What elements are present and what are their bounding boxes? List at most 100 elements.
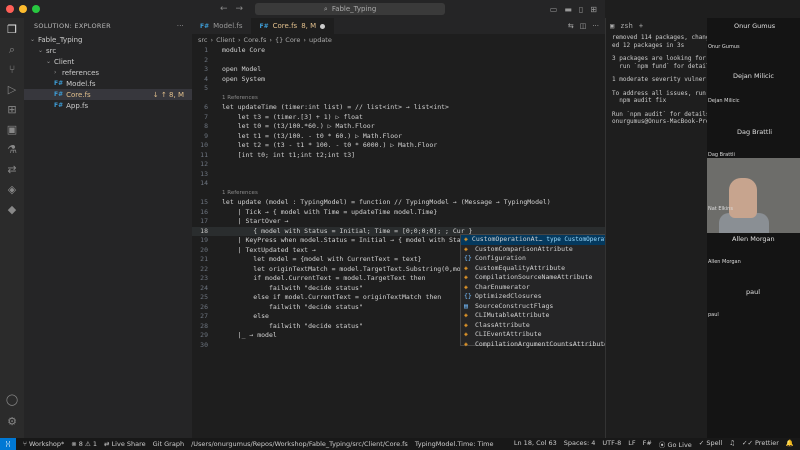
breadcrumb-item[interactable]: update — [309, 36, 332, 44]
settings-gear-icon[interactable]: ⚙ — [4, 414, 20, 430]
code-line: 1 module Core — [204, 46, 266, 54]
search-icon: ⌕ — [323, 4, 328, 13]
tree-item-app-fs[interactable]: F# App.fs — [24, 100, 192, 111]
terminal-header: ▣ zsh + — [606, 18, 707, 34]
minimize-window-button[interactable] — [19, 5, 27, 13]
class-icon: ◈ — [464, 244, 468, 253]
git-status-badge: ↓ ↑ 8, M — [152, 90, 184, 99]
tree-item-references[interactable]: › references — [24, 67, 192, 78]
notifications-bell-icon[interactable]: ♫ — [729, 439, 735, 449]
spell-button[interactable]: ✓ Spell — [699, 439, 722, 449]
tree-item-core-fs[interactable]: F# Core.fs ↓ ↑ 8, M — [24, 89, 192, 100]
tree-item-src[interactable]: ⌄ src — [24, 45, 192, 56]
fsharp-file-icon: F# — [200, 22, 210, 30]
fsharp-icon[interactable]: ◆ — [4, 202, 20, 218]
chevron-right-icon: › — [237, 36, 241, 44]
customize-layout-icon[interactable]: ⊞ — [590, 5, 597, 14]
tree-item-model-fs[interactable]: F# Model.fs — [24, 78, 192, 89]
forward-arrow-icon[interactable]: → — [236, 4, 244, 14]
chevron-right-icon: › — [303, 36, 306, 44]
fsharp-file-icon: F# — [259, 22, 269, 30]
maximize-window-button[interactable] — [32, 5, 40, 13]
breadcrumb-item[interactable]: Core.fs — [244, 36, 267, 44]
go-live-button[interactable]: ⦿ Go Live — [659, 439, 692, 449]
file-path: /Users/onurgumus/Repos/Workshop/Fable_Ty… — [191, 440, 408, 448]
code-line: 9 let t1 = (t3/100. - t0 * 60.) ▷ Math.F… — [204, 131, 403, 140]
tab-label: Model.fs — [213, 22, 243, 30]
code-line: 8 let t0 = (t3/100.*60.) ▷ Math.Floor — [204, 122, 375, 130]
explorer-icon[interactable]: ❐ — [4, 22, 20, 38]
chevron-down-icon: ⌄ — [30, 36, 36, 43]
code-line: 10 let t2 = (t3 - t1 * 100. - t0 * 6000.… — [200, 141, 438, 149]
toggle-secondary-sidebar-icon[interactable]: ▯ — [579, 5, 583, 14]
live-share-button[interactable]: ⇄ Live Share — [104, 440, 146, 448]
new-terminal-icon[interactable]: + — [639, 22, 643, 30]
participant-label: Onur Gumus — [708, 44, 740, 50]
terminal-tab-label[interactable]: zsh — [620, 22, 633, 30]
notifications-icon[interactable]: 🔔 — [786, 439, 794, 449]
search-view-icon[interactable]: ⌕ — [4, 42, 20, 58]
class-icon: ◈ — [464, 273, 468, 281]
tree-item-client[interactable]: ⌄ Client — [24, 56, 192, 67]
remote-explorer-icon[interactable]: ▣ — [4, 122, 20, 138]
tab-model-fs[interactable]: F# Model.fs — [192, 18, 252, 34]
participant-name: Allen Morgan — [732, 235, 775, 243]
accounts-icon[interactable]: ◯ — [4, 392, 20, 408]
split-editor-icon[interactable]: ◫ — [580, 22, 587, 30]
extensions-icon[interactable]: ⊞ — [4, 102, 20, 118]
search-label: Fable_Typing — [331, 5, 377, 13]
git-graph-icon[interactable]: ◈ — [4, 182, 20, 198]
compare-changes-icon[interactable]: ⇆ — [568, 22, 574, 30]
references-codelens[interactable]: 1 References — [192, 94, 605, 104]
breadcrumb-item[interactable]: Client — [216, 36, 235, 44]
tree-item-label: references — [62, 68, 100, 77]
branch-indicator[interactable]: ⑂ Workshop* — [23, 440, 64, 448]
problems-indicator[interactable]: ⊗ 8 ⚠ 1 — [71, 440, 97, 448]
encoding[interactable]: UTF-8 — [602, 439, 621, 449]
terminal-line: Run `npm audit` for details — [612, 110, 707, 118]
tab-core-fs[interactable]: F# Core.fs 8, M — [251, 18, 335, 34]
code-line: 2 — [204, 55, 208, 64]
explorer-sidebar: SOLUTION: EXPLORER ··· ⌄ Fable_Typing ⌄ … — [24, 18, 192, 438]
close-window-button[interactable] — [6, 5, 14, 13]
terminal-panel[interactable]: ▣ zsh + removed 114 packages, chang ed 1… — [605, 18, 707, 438]
participant-name: Dejan Milicic — [733, 72, 774, 80]
class-icon: ◈ — [464, 263, 468, 272]
chevron-right-icon: › — [269, 36, 272, 44]
prettier-button[interactable]: ✓✓ Prettier — [742, 439, 779, 449]
tree-item-label: App.fs — [66, 101, 89, 110]
tab-problem-count: 8, M — [301, 22, 317, 30]
back-arrow-icon[interactable]: ← — [220, 4, 228, 14]
participant-video[interactable]: Nat Elkins — [707, 158, 800, 233]
references-codelens[interactable]: 1 References — [192, 189, 605, 199]
participant-video-face — [729, 178, 757, 218]
line-endings[interactable]: LF — [628, 439, 635, 449]
more-actions-icon[interactable]: ··· — [177, 22, 184, 30]
tree-item-label: Model.fs — [66, 79, 96, 88]
toggle-panel-icon[interactable]: ▬ — [564, 5, 572, 14]
cursor-position[interactable]: Ln 18, Col 63 — [514, 439, 557, 449]
testing-icon[interactable]: ⚗ — [4, 142, 20, 158]
language-mode[interactable]: F# — [643, 439, 652, 449]
git-graph-button[interactable]: Git Graph — [153, 440, 184, 448]
source-control-icon[interactable]: ⑂ — [4, 62, 20, 78]
breadcrumb-item[interactable]: {} Core — [275, 36, 300, 44]
run-debug-icon[interactable]: ▷ — [4, 82, 20, 98]
indentation[interactable]: Spaces: 4 — [564, 439, 596, 449]
command-center-search[interactable]: ⌕ Fable_Typing — [255, 3, 446, 15]
remote-indicator-icon[interactable]: ⟩⟨ — [0, 438, 16, 450]
chevron-down-icon: ⌄ — [46, 58, 52, 65]
class-icon: ◈ — [464, 235, 468, 243]
live-share-icon[interactable]: ⇄ — [4, 162, 20, 178]
toggle-sidebar-icon[interactable]: ▭ — [550, 5, 558, 14]
participant-label: paul — [708, 312, 719, 318]
breadcrumb-item[interactable]: src — [198, 36, 208, 44]
participant-label: Dejan Milicic — [708, 98, 740, 104]
code-line: 14 — [200, 179, 208, 187]
tree-item-solution[interactable]: ⌄ Fable_Typing — [24, 34, 192, 45]
module-icon: {} — [464, 292, 472, 300]
more-actions-icon[interactable]: ··· — [592, 22, 599, 30]
unsaved-dot-icon[interactable] — [320, 23, 326, 29]
chevron-right-icon: › — [210, 36, 214, 44]
participant-name: Dag Brattli — [737, 128, 773, 136]
